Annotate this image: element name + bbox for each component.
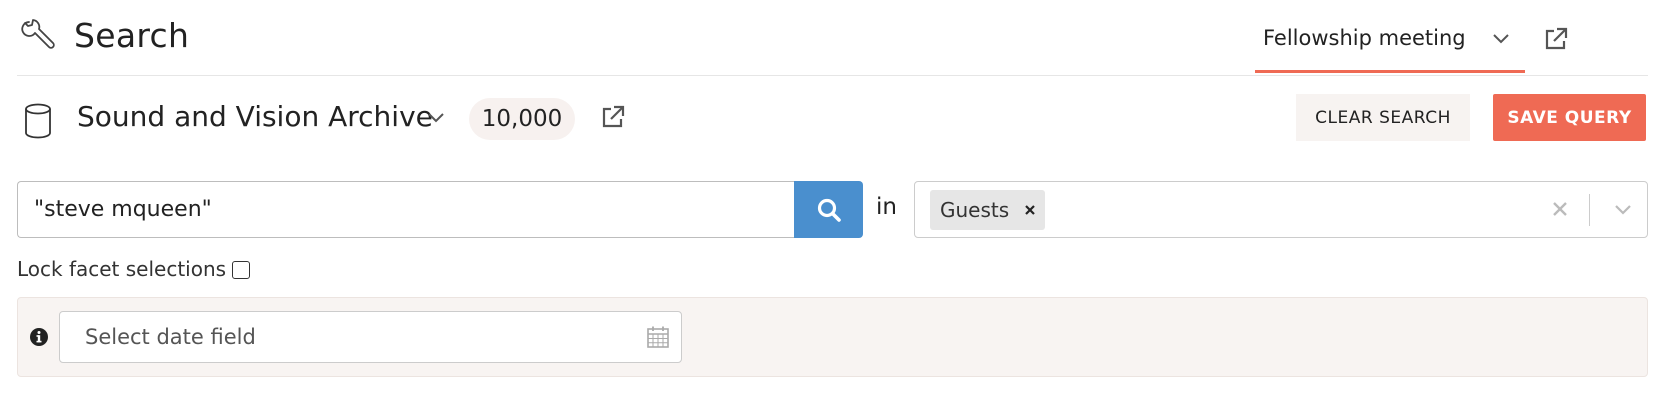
external-link-icon[interactable] bbox=[1543, 26, 1569, 52]
close-icon bbox=[1025, 205, 1035, 215]
date-filter-panel: Select date field bbox=[17, 297, 1648, 377]
calendar-icon[interactable] bbox=[646, 325, 670, 349]
date-field-placeholder: Select date field bbox=[85, 325, 256, 349]
in-label: in bbox=[876, 194, 897, 220]
chip-remove-button[interactable] bbox=[1015, 190, 1045, 230]
field-chip: Guests bbox=[930, 190, 1046, 230]
collection-name[interactable]: Sound and Vision Archive bbox=[77, 100, 433, 133]
search-button[interactable] bbox=[794, 181, 863, 238]
external-link-icon[interactable] bbox=[600, 104, 626, 130]
field-select[interactable]: Guests bbox=[914, 181, 1648, 238]
wrench-icon bbox=[21, 19, 55, 49]
select-separator bbox=[1589, 194, 1590, 226]
page-header: Search Fellowship meeting bbox=[17, 0, 1648, 76]
chevron-down-icon[interactable] bbox=[1612, 202, 1634, 218]
save-query-button[interactable]: SAVE QUERY bbox=[1493, 94, 1646, 141]
clear-icon[interactable] bbox=[1549, 198, 1571, 220]
chevron-down-icon[interactable] bbox=[1491, 32, 1511, 46]
date-field-select[interactable]: Select date field bbox=[59, 311, 682, 363]
page-title: Search bbox=[74, 16, 190, 55]
clear-search-button[interactable]: CLEAR SEARCH bbox=[1296, 94, 1470, 141]
lock-facet-checkbox[interactable] bbox=[232, 261, 250, 279]
tab-fellowship-meeting[interactable]: Fellowship meeting bbox=[1255, 0, 1525, 73]
database-icon bbox=[25, 103, 51, 139]
field-chip-label: Guests bbox=[940, 198, 1010, 222]
info-icon[interactable] bbox=[29, 327, 49, 347]
search-input[interactable] bbox=[17, 181, 794, 238]
chevron-down-icon[interactable] bbox=[426, 111, 446, 125]
lock-facet-label: Lock facet selections bbox=[17, 257, 227, 281]
search-icon bbox=[817, 198, 841, 222]
result-count-badge: 10,000 bbox=[469, 98, 575, 140]
tab-label: Fellowship meeting bbox=[1263, 26, 1466, 50]
